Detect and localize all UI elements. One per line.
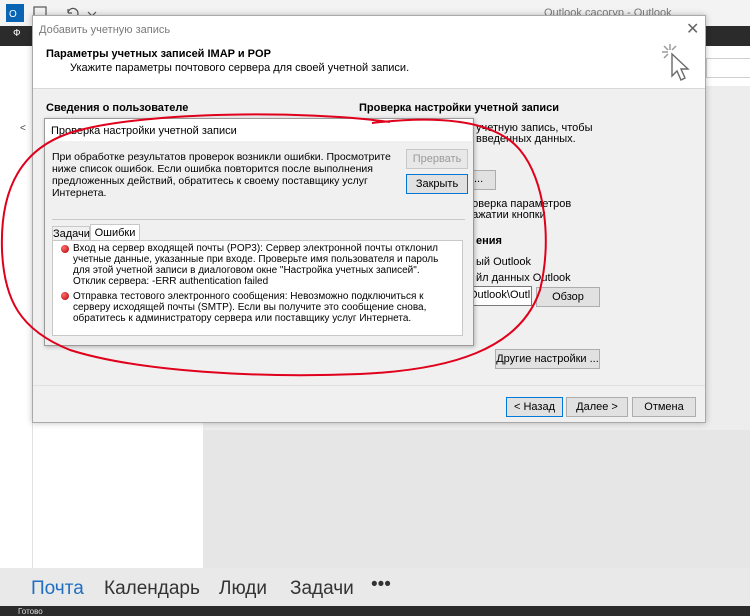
annotation-circle — [0, 113, 547, 377]
